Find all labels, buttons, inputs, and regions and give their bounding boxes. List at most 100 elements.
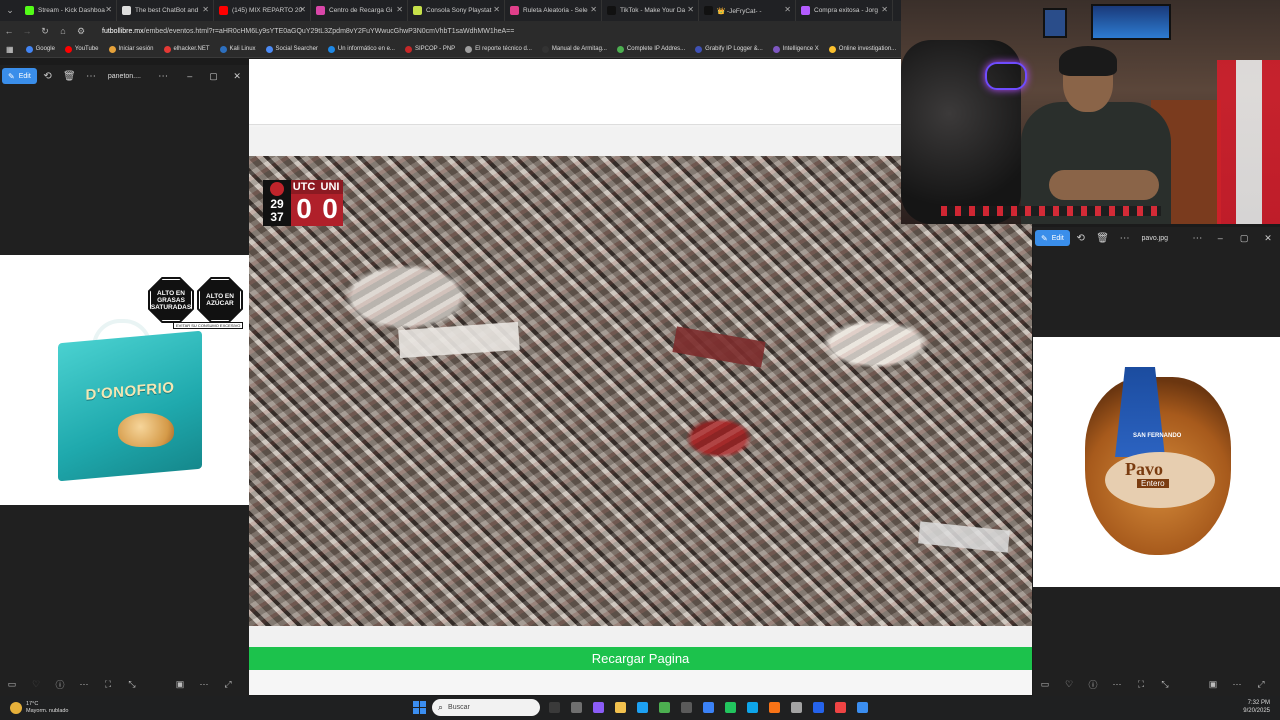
bookmark-item[interactable]: elhacker.NET xyxy=(163,45,210,53)
start-icon[interactable] xyxy=(413,701,426,714)
fit-icon[interactable]: ⛶ xyxy=(1129,679,1153,690)
bookmark-item[interactable]: Iniciar sesión xyxy=(108,45,154,53)
maximize-icon[interactable]: ▢ xyxy=(202,71,226,82)
tool-icon[interactable] xyxy=(832,699,848,716)
bookmark-item[interactable]: Complete IP Addres... xyxy=(616,45,685,53)
minimize-icon[interactable]: – xyxy=(1208,233,1232,243)
bookmark-item[interactable]: Google xyxy=(25,45,55,53)
fullscreen-icon[interactable]: ⤢ xyxy=(1249,679,1273,690)
close-tab-icon[interactable]: ✕ xyxy=(105,5,112,14)
widgets-icon[interactable] xyxy=(568,699,584,716)
fit-icon[interactable]: ⛶ xyxy=(96,679,120,690)
close-tab-icon[interactable]: ✕ xyxy=(493,5,500,14)
close-icon[interactable]: ✕ xyxy=(225,71,249,82)
close-tab-icon[interactable]: ✕ xyxy=(202,5,209,14)
terminal-icon[interactable] xyxy=(810,699,826,716)
edit-button[interactable]: ✎ Edit xyxy=(1035,230,1070,246)
chrome-icon[interactable] xyxy=(744,699,760,716)
rotate-icon[interactable]: ⟲ xyxy=(1070,233,1092,244)
more-icon[interactable]: ⋯ xyxy=(1105,679,1129,690)
delete-icon[interactable]: 🗑 xyxy=(58,71,80,82)
maximize-icon[interactable]: ▢ xyxy=(1232,233,1256,244)
info-icon[interactable]: ⓘ xyxy=(1081,678,1105,691)
close-tab-icon[interactable]: ✕ xyxy=(881,5,888,14)
close-tab-icon[interactable]: ✕ xyxy=(299,5,306,14)
apps-grid-icon[interactable]: ▦ xyxy=(6,45,14,54)
settings-icon[interactable] xyxy=(678,699,694,716)
edge-icon[interactable] xyxy=(634,699,650,716)
favorite-icon[interactable]: ♡ xyxy=(24,679,48,690)
url-field[interactable]: futbollibre.mx/embed/eventos.html?r=aHR0… xyxy=(102,28,514,35)
edit-button[interactable]: ✎ Edit xyxy=(2,68,37,84)
system-clock[interactable]: 7:32 PM 9/20/2025 xyxy=(1243,699,1270,715)
more-icon[interactable]: ⋯ xyxy=(80,71,102,82)
vscode-icon[interactable] xyxy=(700,699,716,716)
browser-tab[interactable]: (145) MIX REPARTO 20 ✕ xyxy=(214,0,311,21)
video-player[interactable]: 29 37 UTC UNI 0 0 xyxy=(249,156,1032,626)
teams-icon[interactable] xyxy=(590,699,606,716)
bookmark-item[interactable]: YouTube xyxy=(64,45,99,53)
fullscreen-icon[interactable]: ⤢ xyxy=(216,679,240,690)
zoom-icon[interactable]: ⤡ xyxy=(1153,679,1177,690)
task-view-icon[interactable] xyxy=(546,699,562,716)
close-icon[interactable]: ✕ xyxy=(1256,233,1280,244)
more-icon[interactable]: ⋯ xyxy=(1186,233,1208,244)
bookmark-item[interactable]: Social Searcher xyxy=(265,45,318,53)
weather-widget[interactable]: 17°C Mayorm. nublado xyxy=(10,701,69,715)
more-icon[interactable]: ⋯ xyxy=(152,71,174,82)
home-icon[interactable]: ⌂ xyxy=(54,26,72,36)
more-icon[interactable]: ⋯ xyxy=(1225,679,1249,690)
close-tab-icon[interactable]: ✕ xyxy=(687,5,694,14)
bookmark-item[interactable]: Online investigation... xyxy=(828,45,896,53)
slideshow-icon[interactable]: ▣ xyxy=(168,679,192,690)
reload-page-button[interactable]: Recargar Pagina xyxy=(249,647,1032,670)
browser-tab[interactable]: Compra exitosa - Jorg ✕ xyxy=(796,0,893,21)
filmstrip-icon[interactable]: ▭ xyxy=(1033,679,1057,690)
browser-tab[interactable]: TikTok - Make Your Da ✕ xyxy=(602,0,699,21)
browser-tab[interactable]: Consola Sony Playstat ✕ xyxy=(408,0,505,21)
browser-tab[interactable]: Centro de Recarga Gi ✕ xyxy=(311,0,408,21)
bookmark-item[interactable]: Intelligence X xyxy=(772,45,819,53)
bookmark-item[interactable]: SIPCOP - PNP xyxy=(404,45,455,53)
browser-tab[interactable]: The best ChatBot and ✕ xyxy=(117,0,214,21)
notepad-icon[interactable] xyxy=(788,699,804,716)
bookmark-item[interactable]: Grabify IP Logger &... xyxy=(695,45,763,53)
file-explorer-icon[interactable] xyxy=(612,699,628,716)
zoom-icon[interactable]: ⤡ xyxy=(120,679,144,690)
taskbar-search[interactable]: ⌕ Buscar xyxy=(432,699,540,716)
firefox-icon[interactable] xyxy=(766,699,782,716)
store-icon[interactable] xyxy=(656,699,672,716)
tab-label: Ruleta Aleatoria - Sele xyxy=(523,7,588,14)
close-tab-icon[interactable]: ✕ xyxy=(396,5,403,14)
browser-tab[interactable]: Ruleta Aleatoria - Sele ✕ xyxy=(505,0,602,21)
more-icon[interactable]: ⋯ xyxy=(72,679,96,690)
minimize-icon[interactable]: – xyxy=(178,71,202,81)
forward-icon[interactable]: → xyxy=(18,26,36,36)
bookmark-item[interactable]: El reporte técnico d... xyxy=(465,45,532,53)
streamer xyxy=(1021,46,1181,224)
browser-tab[interactable]: Stream - Kick Dashboa ✕ xyxy=(20,0,117,21)
reload-icon[interactable]: ↻ xyxy=(36,26,54,37)
site-info-icon[interactable]: ⚙ xyxy=(72,26,90,37)
slideshow-icon[interactable]: ▣ xyxy=(1201,679,1225,690)
bookmark-item[interactable]: Manual de Armitag... xyxy=(541,45,607,53)
info-icon[interactable]: ⓘ xyxy=(48,678,72,691)
rotate-icon[interactable]: ⟲ xyxy=(37,71,59,82)
xbox-icon[interactable] xyxy=(722,699,738,716)
bookmark-favicon-icon xyxy=(265,45,273,53)
more-icon[interactable]: ⋯ xyxy=(192,679,216,690)
bookmark-item[interactable]: Kali Linux xyxy=(219,45,256,53)
close-tab-icon[interactable]: ✕ xyxy=(784,5,791,14)
filmstrip-icon[interactable]: ▭ xyxy=(0,679,24,690)
tab-label: Centro de Recarga Gi xyxy=(329,7,393,14)
close-tab-icon[interactable]: ✕ xyxy=(590,5,597,14)
more-icon[interactable]: ⋯ xyxy=(1114,233,1136,244)
search-icon: ⌕ xyxy=(438,702,444,712)
tab-search-icon[interactable]: ⌄ xyxy=(0,0,20,21)
photos-icon[interactable] xyxy=(854,699,870,716)
favorite-icon[interactable]: ♡ xyxy=(1057,679,1081,690)
delete-icon[interactable]: 🗑 xyxy=(1092,233,1114,244)
bookmark-item[interactable]: Un informático en e... xyxy=(327,45,395,53)
back-icon[interactable]: ← xyxy=(0,26,18,36)
browser-tab[interactable]: 👑 -JeFryCat- - ✕ xyxy=(699,0,796,21)
